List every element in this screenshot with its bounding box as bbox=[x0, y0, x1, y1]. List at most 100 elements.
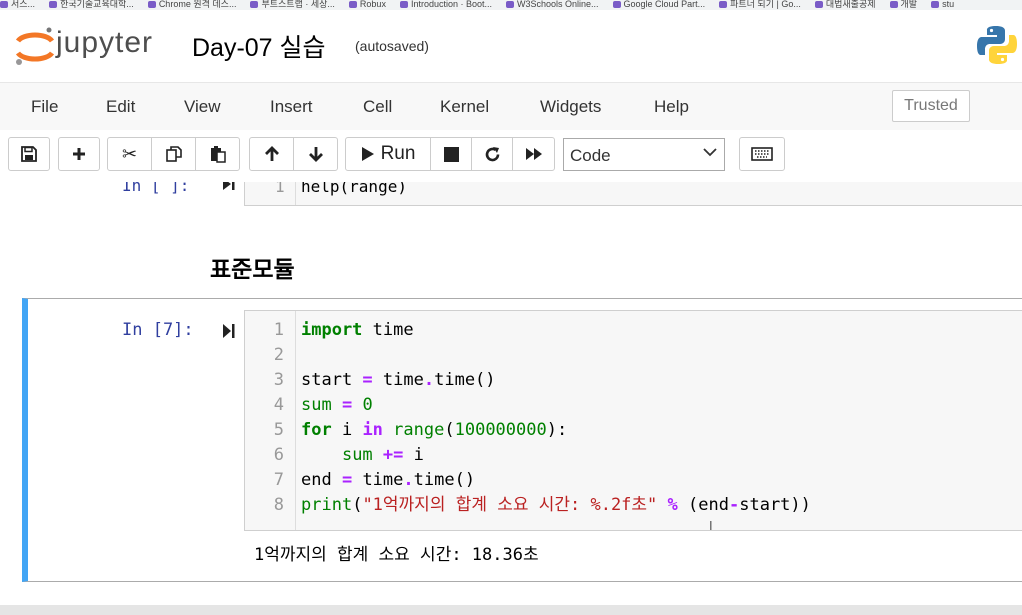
bookmark-item[interactable]: Introduction · Boot... bbox=[399, 0, 492, 9]
menu-help[interactable]: Help bbox=[654, 97, 689, 117]
bookmark-icon bbox=[348, 1, 357, 9]
menu-widgets[interactable]: Widgets bbox=[540, 97, 601, 117]
interrupt-button[interactable] bbox=[430, 137, 472, 171]
code-line: 3 start = time.time() bbox=[245, 368, 1022, 393]
page-bottom bbox=[0, 605, 1022, 615]
bookmark-item[interactable]: 부트스트랩 · 세상... bbox=[250, 0, 335, 9]
code-text: print("1억까지의 합계 소요 시간: %.2f초" % (end-sta… bbox=[301, 495, 811, 515]
chevron-down-icon bbox=[703, 148, 717, 157]
menu-bar: File Edit View Insert Cell Kernel Widget… bbox=[0, 82, 1022, 131]
run-button[interactable]: Run bbox=[345, 137, 431, 171]
bookmark-icon bbox=[250, 1, 259, 9]
bookmark-item[interactable]: 한국기술교육대학... bbox=[49, 0, 134, 9]
bookmark-item[interactable]: 서스... bbox=[0, 0, 35, 9]
run-group: Run bbox=[345, 137, 555, 171]
trusted-indicator[interactable]: Trusted bbox=[892, 90, 970, 122]
cell-type-value: Code bbox=[570, 146, 611, 165]
bookmark-item[interactable]: stu bbox=[931, 0, 955, 9]
bookmark-label: Introduction · Boot... bbox=[410, 0, 492, 9]
bookmark-label: 한국기술교육대학... bbox=[60, 0, 134, 9]
code-text: start = time.time() bbox=[301, 370, 496, 390]
notebook-area: In [ ]: 1 help(range) 표준모듈 In [7]: 1 impo… bbox=[0, 182, 1022, 610]
bookmark-item[interactable]: Google Cloud Part... bbox=[612, 0, 705, 9]
prev-cell-input[interactable]: 1 help(range) bbox=[244, 182, 1022, 206]
line-number: 5 bbox=[273, 420, 284, 440]
restart-button[interactable] bbox=[471, 137, 513, 171]
cell-prompt: In [7]: bbox=[122, 320, 194, 340]
line-number: 6 bbox=[273, 445, 284, 465]
bookmark-item[interactable]: 대법새출공제 bbox=[814, 0, 876, 9]
code-line: 1 import time bbox=[245, 318, 1022, 343]
code-line: 6 sum += i bbox=[245, 443, 1022, 468]
insert-cell-button[interactable] bbox=[58, 137, 100, 171]
code-editor[interactable]: 1 import time 2 3 start = time.time() 4 sum = … bbox=[244, 310, 1022, 531]
stop-icon bbox=[443, 146, 459, 162]
menu-insert[interactable]: Insert bbox=[270, 97, 313, 117]
code-text: sum += i bbox=[341, 445, 424, 465]
menu-file[interactable]: File bbox=[31, 97, 58, 117]
line-number: 2 bbox=[273, 345, 284, 365]
text-cursor-icon: I bbox=[709, 518, 713, 533]
bookmark-icon bbox=[814, 1, 823, 9]
save-icon bbox=[21, 146, 37, 162]
markdown-heading[interactable]: 표준모듈 bbox=[210, 250, 295, 284]
python-logo-icon bbox=[977, 26, 1017, 64]
bookmark-label: W3Schools Online... bbox=[516, 0, 599, 9]
arrow-down-icon bbox=[308, 147, 323, 162]
run-label: Run bbox=[380, 143, 416, 164]
cell-output: 1억까지의 합계 소요 시간: 18.36초 bbox=[254, 545, 539, 565]
bookmark-icon bbox=[505, 1, 514, 9]
menu-cell[interactable]: Cell bbox=[363, 97, 392, 117]
bookmark-item[interactable]: Robux bbox=[348, 0, 386, 9]
copy-icon bbox=[165, 146, 182, 162]
jupyter-logo-text: jupyter bbox=[56, 26, 154, 59]
move-down-button[interactable] bbox=[293, 137, 338, 171]
bookmark-item[interactable]: 개발 bbox=[889, 0, 918, 9]
bookmark-icon bbox=[49, 1, 58, 9]
menu-edit[interactable]: Edit bbox=[106, 97, 135, 117]
code-line: 2 bbox=[245, 343, 1022, 368]
copy-button[interactable] bbox=[151, 137, 196, 171]
bookmark-label: stu bbox=[942, 0, 955, 9]
cut-icon: ✂ bbox=[121, 143, 138, 164]
insert-group bbox=[58, 137, 100, 171]
notebook-title[interactable]: Day-07 실습 bbox=[192, 28, 326, 64]
paste-button[interactable] bbox=[195, 137, 240, 171]
cell-type-select[interactable]: Code bbox=[563, 138, 725, 171]
line-number: 4 bbox=[273, 395, 284, 415]
bookmark-label: 부트스트랩 · 세상... bbox=[261, 0, 335, 9]
restart-run-all-button[interactable] bbox=[512, 137, 555, 171]
code-text: end = time.time() bbox=[301, 470, 476, 490]
code-text: for i in range(100000000): bbox=[301, 420, 568, 440]
bookmark-item[interactable]: 파트너 되기 | Go... bbox=[719, 0, 801, 9]
edit-group: ✂ bbox=[107, 137, 240, 171]
bookmark-label: 대법새출공제 bbox=[825, 0, 876, 9]
run-cell-icon[interactable] bbox=[222, 182, 236, 192]
toolbar: ✂ Run Code bbox=[0, 130, 1022, 182]
bookmarks-bar: 서스... 한국기술교육대학... Chrome 원격 데스... 부트스트랩 · 세… bbox=[0, 0, 1022, 10]
prev-cell-prompt: In [ ]: bbox=[122, 182, 190, 195]
menu-view[interactable]: View bbox=[184, 97, 221, 117]
arrow-up-icon bbox=[264, 146, 279, 161]
bookmark-label: 개발 bbox=[900, 0, 918, 9]
line-number: 1 bbox=[273, 320, 284, 340]
bookmark-item[interactable]: W3Schools Online... bbox=[505, 0, 599, 9]
line-number: 8 bbox=[273, 495, 284, 515]
move-up-button[interactable] bbox=[249, 137, 294, 171]
bookmark-item[interactable]: Chrome 원격 데스... bbox=[147, 0, 236, 9]
code-line: 5 for i in range(100000000): bbox=[245, 418, 1022, 443]
command-palette-button[interactable] bbox=[739, 137, 785, 171]
bookmark-icon bbox=[612, 1, 621, 9]
paste-icon bbox=[210, 146, 226, 163]
save-button[interactable] bbox=[8, 137, 50, 171]
run-cell-icon[interactable] bbox=[222, 322, 236, 340]
line-number: 3 bbox=[273, 370, 284, 390]
code-text: import time bbox=[301, 320, 414, 340]
keyboard-group bbox=[739, 137, 785, 171]
menu-kernel[interactable]: Kernel bbox=[440, 97, 489, 117]
cut-button[interactable]: ✂ bbox=[107, 137, 152, 171]
save-group bbox=[8, 137, 50, 171]
restart-icon bbox=[485, 146, 499, 161]
autosave-status: (autosaved) bbox=[355, 38, 429, 54]
keyboard-icon bbox=[751, 147, 773, 161]
